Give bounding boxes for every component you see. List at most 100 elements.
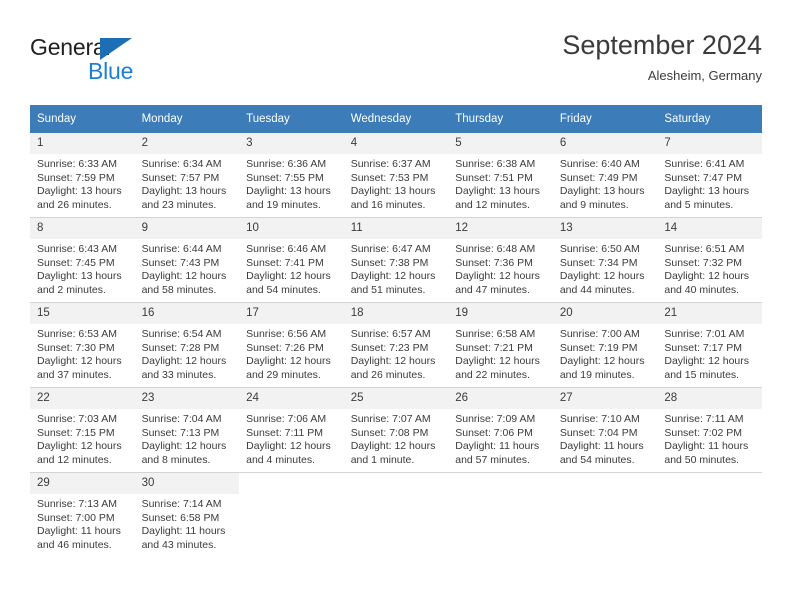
daylight-text-line1: Daylight: 11 hours xyxy=(141,525,226,538)
day-number: 23 xyxy=(134,388,240,409)
sunrise-text: Sunrise: 6:48 AM xyxy=(455,243,536,255)
day-number: 17 xyxy=(239,303,344,324)
day-cell-inner: 23 Sunrise: 7:04 AM Sunset: 7:13 PM Dayligh… xyxy=(134,388,240,472)
calendar-day-cell[interactable]: 26 Sunrise: 7:09 AM Sunset: 7:06 PM Dayligh… xyxy=(448,387,553,473)
day-cell-inner: 2 Sunrise: 6:34 AM Sunset: 7:57 PM Daylight… xyxy=(134,133,240,217)
sunrise-text: Sunrise: 7:10 AM xyxy=(559,413,640,425)
day-number: 28 xyxy=(657,388,762,409)
calendar-day-cell[interactable]: 30 Sunrise: 7:14 AM Sunset: 6:58 PM Dayligh… xyxy=(134,472,240,557)
daylight-text-line1: Daylight: 11 hours xyxy=(455,440,540,453)
calendar-day-cell[interactable]: 25 Sunrise: 7:07 AM Sunset: 7:08 PM Dayligh… xyxy=(343,387,449,473)
calendar-day-cell[interactable]: 6 Sunrise: 6:40 AM Sunset: 7:49 PM Daylight… xyxy=(552,133,658,218)
daylight-text-line1: Daylight: 12 hours xyxy=(350,355,436,368)
daylight-text-line1: Daylight: 12 hours xyxy=(141,440,227,453)
day-cell-inner: 21 Sunrise: 7:01 AM Sunset: 7:17 PM Dayligh… xyxy=(657,303,762,387)
sunset-text: Sunset: 7:51 PM xyxy=(455,171,533,184)
day-cell-inner: 29 Sunrise: 7:13 AM Sunset: 7:00 PM Dayligh… xyxy=(30,473,135,557)
calendar-day-cell[interactable]: 21 Sunrise: 7:01 AM Sunset: 7:17 PM Dayligh… xyxy=(657,302,762,388)
daylight-text-line1: Daylight: 13 hours xyxy=(37,270,122,283)
sunrise-text: Sunrise: 6:34 AM xyxy=(141,158,222,170)
daylight-text-line1: Daylight: 13 hours xyxy=(37,185,122,198)
day-sun-info: Sunrise: 7:04 AM Sunset: 7:13 PM Daylight:… xyxy=(135,409,240,467)
day-cell-inner: 8 Sunrise: 6:43 AM Sunset: 7:45 PM Daylight… xyxy=(30,218,135,302)
calendar-day-cell[interactable]: 9 Sunrise: 6:44 AM Sunset: 7:43 PM Daylight… xyxy=(134,217,240,303)
daylight-text-line2: and 29 minutes. xyxy=(246,368,321,381)
day-number: 10 xyxy=(239,218,344,239)
calendar-day-cell[interactable]: 8 Sunrise: 6:43 AM Sunset: 7:45 PM Daylight… xyxy=(30,217,135,303)
sunset-text: Sunset: 7:26 PM xyxy=(246,341,324,354)
calendar-day-cell[interactable]: 22 Sunrise: 7:03 AM Sunset: 7:15 PM Dayligh… xyxy=(30,387,135,473)
day-sun-info: Sunrise: 7:13 AM Sunset: 7:00 PM Daylight:… xyxy=(30,494,135,552)
day-number: 21 xyxy=(657,303,762,324)
calendar-day-cell[interactable]: 28 Sunrise: 7:11 AM Sunset: 7:02 PM Dayligh… xyxy=(657,387,762,473)
sunset-text: Sunset: 7:34 PM xyxy=(559,256,638,269)
daylight-text-line1: Daylight: 12 hours xyxy=(350,270,436,283)
calendar-day-cell[interactable]: 23 Sunrise: 7:04 AM Sunset: 7:13 PM Dayligh… xyxy=(134,387,240,473)
day-cell-inner: 14 Sunrise: 6:51 AM Sunset: 7:32 PM Dayligh… xyxy=(657,218,762,302)
sunset-text: Sunset: 7:36 PM xyxy=(455,256,533,269)
daylight-text-line1: Daylight: 12 hours xyxy=(664,355,750,368)
day-sun-info: Sunrise: 7:01 AM Sunset: 7:17 PM Daylight:… xyxy=(657,324,762,382)
calendar-day-cell[interactable]: 5 Sunrise: 6:38 AM Sunset: 7:51 PM Daylight… xyxy=(448,133,553,218)
day-cell-inner: 15 Sunrise: 6:53 AM Sunset: 7:30 PM Dayligh… xyxy=(30,303,135,387)
sunrise-text: Sunrise: 7:04 AM xyxy=(141,413,222,425)
calendar-day-cell[interactable]: 11 Sunrise: 6:47 AM Sunset: 7:38 PM Dayligh… xyxy=(343,217,449,303)
day-sun-info: Sunrise: 7:06 AM Sunset: 7:11 PM Daylight:… xyxy=(239,409,344,467)
calendar-week-row: 8 Sunrise: 6:43 AM Sunset: 7:45 PM Daylight… xyxy=(30,217,762,303)
daylight-text-line1: Daylight: 13 hours xyxy=(350,185,436,198)
sunrise-text: Sunrise: 6:36 AM xyxy=(246,158,327,170)
calendar-day-cell[interactable]: 20 Sunrise: 7:00 AM Sunset: 7:19 PM Dayligh… xyxy=(552,302,658,388)
daylight-text-line1: Daylight: 12 hours xyxy=(664,270,750,283)
sunset-text: Sunset: 7:53 PM xyxy=(350,171,429,184)
day-sun-info: Sunrise: 6:58 AM Sunset: 7:21 PM Daylight:… xyxy=(448,324,553,382)
calendar-day-cell[interactable]: 12 Sunrise: 6:48 AM Sunset: 7:36 PM Dayligh… xyxy=(448,217,553,303)
daylight-text-line1: Daylight: 12 hours xyxy=(141,270,227,283)
daylight-text-line2: and 8 minutes. xyxy=(141,453,211,466)
calendar-week-row: 22 Sunrise: 7:03 AM Sunset: 7:15 PM Dayligh… xyxy=(30,387,762,473)
calendar-day-cell[interactable]: 15 Sunrise: 6:53 AM Sunset: 7:30 PM Dayligh… xyxy=(30,302,135,388)
calendar-day-cell[interactable]: 4 Sunrise: 6:37 AM Sunset: 7:53 PM Daylight… xyxy=(343,133,449,218)
sunset-text: Sunset: 7:13 PM xyxy=(141,426,220,439)
daylight-text-line2: and 23 minutes. xyxy=(141,198,217,211)
day-number: 8 xyxy=(30,218,135,239)
calendar-day-cell[interactable]: 2 Sunrise: 6:34 AM Sunset: 7:57 PM Daylight… xyxy=(134,133,240,218)
daylight-text-line2: and 44 minutes. xyxy=(559,283,635,296)
daylight-text-line1: Daylight: 11 hours xyxy=(37,525,121,538)
weekday-header-friday: Friday xyxy=(552,105,658,133)
sunset-text: Sunset: 7:45 PM xyxy=(37,256,115,269)
calendar-day-cell[interactable]: 1 Sunrise: 6:33 AM Sunset: 7:59 PM Daylight… xyxy=(30,133,135,218)
day-number: 5 xyxy=(448,133,553,154)
daylight-text-line2: and 9 minutes. xyxy=(559,198,629,211)
page-title: September 2024 xyxy=(562,30,762,60)
calendar-day-cell[interactable]: 24 Sunrise: 7:06 AM Sunset: 7:11 PM Dayligh… xyxy=(239,387,344,473)
weekday-header-row: Sunday Monday Tuesday Wednesday Thursday Frid… xyxy=(30,105,762,133)
daylight-text-line1: Daylight: 12 hours xyxy=(455,355,540,368)
day-sun-info: Sunrise: 6:57 AM Sunset: 7:23 PM Daylight:… xyxy=(344,324,449,382)
calendar-day-cell[interactable]: 29 Sunrise: 7:13 AM Sunset: 7:00 PM Dayligh… xyxy=(30,472,135,557)
calendar-day-cell[interactable]: 19 Sunrise: 6:58 AM Sunset: 7:21 PM Dayligh… xyxy=(448,302,553,388)
calendar-day-cell[interactable]: 7 Sunrise: 6:41 AM Sunset: 7:47 PM Daylight… xyxy=(657,133,762,218)
brand-logo[interactable]: General Blue xyxy=(30,34,210,90)
sunset-text: Sunset: 7:47 PM xyxy=(664,171,743,184)
calendar-day-cell[interactable]: 10 Sunrise: 6:46 AM Sunset: 7:41 PM Dayligh… xyxy=(239,217,344,303)
calendar-day-cell[interactable]: 3 Sunrise: 6:36 AM Sunset: 7:55 PM Daylight… xyxy=(239,133,344,218)
calendar-day-cell[interactable]: 17 Sunrise: 6:56 AM Sunset: 7:26 PM Dayligh… xyxy=(239,302,344,388)
calendar-day-cell[interactable]: 16 Sunrise: 6:54 AM Sunset: 7:28 PM Dayligh… xyxy=(134,302,240,388)
sunrise-text: Sunrise: 7:11 AM xyxy=(664,413,744,425)
day-number: 16 xyxy=(134,303,240,324)
daylight-text-line2: and 50 minutes. xyxy=(664,453,740,466)
sunrise-text: Sunrise: 6:51 AM xyxy=(664,243,745,255)
day-sun-info: Sunrise: 6:41 AM Sunset: 7:47 PM Daylight:… xyxy=(657,154,762,212)
calendar-day-cell[interactable]: 13 Sunrise: 6:50 AM Sunset: 7:34 PM Dayligh… xyxy=(552,217,658,303)
title-block: September 2024 Alesheim, Germany xyxy=(562,28,762,86)
calendar-day-cell[interactable]: 14 Sunrise: 6:51 AM Sunset: 7:32 PM Dayligh… xyxy=(657,217,762,303)
day-number: 7 xyxy=(657,133,762,154)
day-cell-inner: 20 Sunrise: 7:00 AM Sunset: 7:19 PM Dayligh… xyxy=(552,303,658,387)
calendar-day-cell[interactable]: 27 Sunrise: 7:10 AM Sunset: 7:04 PM Dayligh… xyxy=(552,387,658,473)
daylight-text-line1: Daylight: 12 hours xyxy=(246,355,331,368)
calendar-day-cell[interactable]: 18 Sunrise: 6:57 AM Sunset: 7:23 PM Dayligh… xyxy=(343,302,449,388)
day-sun-info: Sunrise: 6:44 AM Sunset: 7:43 PM Daylight:… xyxy=(135,239,240,297)
daylight-text-line1: Daylight: 11 hours xyxy=(559,440,644,453)
page-subtitle: Alesheim, Germany xyxy=(647,68,762,83)
page-header: General Blue September 2024 Alesheim, Ge… xyxy=(30,28,762,100)
